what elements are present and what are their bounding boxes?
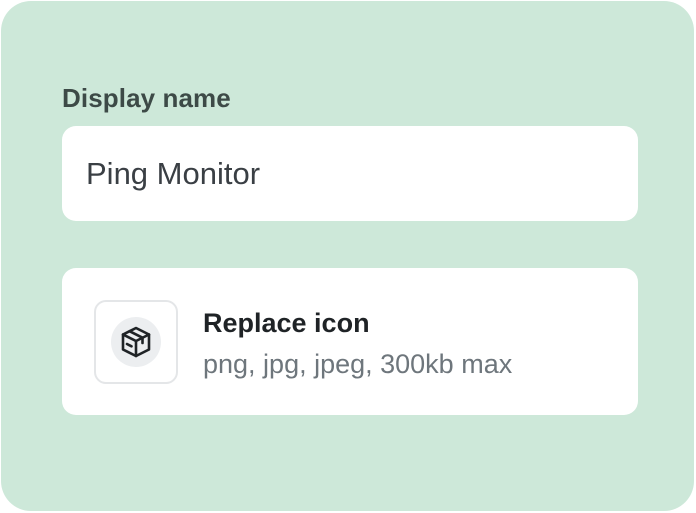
replace-icon-button[interactable]: Replace icon png, jpg, jpeg, 300kb max xyxy=(62,268,638,415)
display-name-input[interactable] xyxy=(62,126,638,221)
icon-preview-circle xyxy=(111,317,161,367)
replace-icon-title: Replace icon xyxy=(203,308,370,338)
icon-preview xyxy=(94,300,178,384)
cube-icon xyxy=(121,326,151,358)
replace-icon-hint: png, jpg, jpeg, 300kb max xyxy=(203,349,513,379)
settings-panel: Display name Replace icon png, jpg, jpeg… xyxy=(1,1,694,511)
display-name-label: Display name xyxy=(62,83,231,113)
